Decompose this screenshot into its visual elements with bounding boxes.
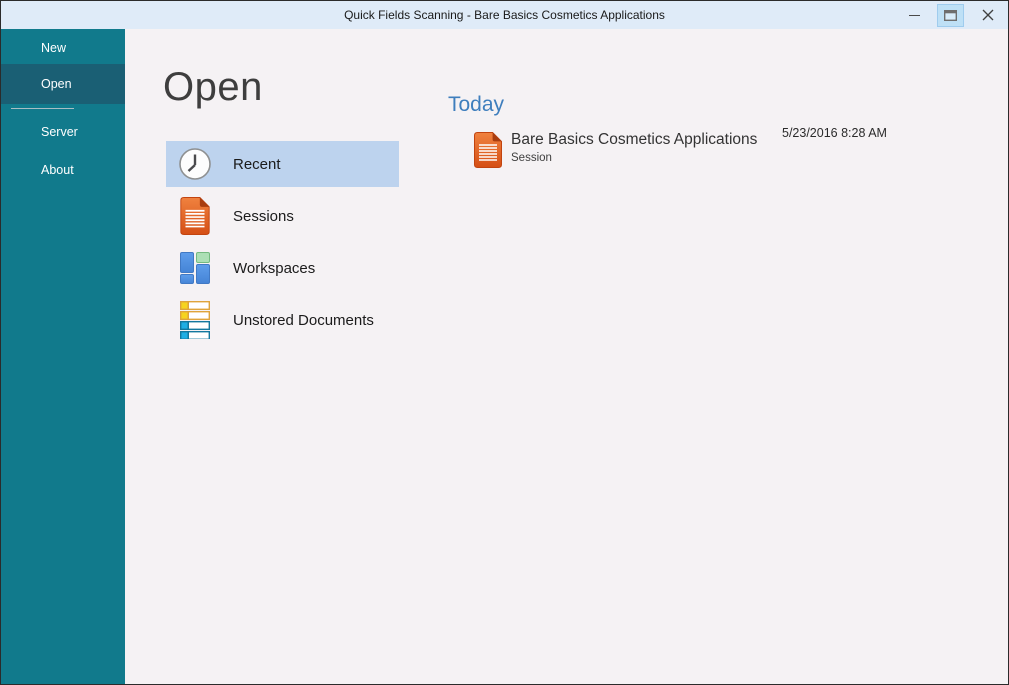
sidebar-item-label: Open: [41, 77, 72, 91]
maximize-icon: [944, 10, 957, 21]
window-controls: [896, 1, 1008, 29]
category-label: Recent: [233, 156, 281, 173]
sidebar-item-about[interactable]: About: [1, 156, 125, 184]
document-list-icon: [179, 300, 211, 340]
sidebar-item-label: About: [41, 163, 74, 177]
document-icon: [179, 196, 211, 236]
sidebar-item-label: Server: [41, 125, 78, 139]
workspaces-grid-icon: [179, 248, 211, 288]
clock-icon: [179, 144, 211, 184]
recent-item-subtitle: Session: [511, 152, 757, 164]
category-list: Recent Sessions Workspaces: [166, 141, 399, 349]
maximize-button[interactable]: [937, 4, 964, 27]
sidebar: New Open Server About: [1, 29, 125, 684]
sidebar-item-label: New: [41, 41, 66, 55]
category-label: Sessions: [233, 208, 294, 225]
category-label: Workspaces: [233, 260, 315, 277]
document-icon: [474, 132, 502, 173]
minimize-button[interactable]: [896, 1, 932, 29]
titlebar: Quick Fields Scanning - Bare Basics Cosm…: [1, 1, 1008, 29]
group-header-today: Today: [448, 93, 1009, 117]
recent-item-title: Bare Basics Cosmetics Applications: [511, 131, 757, 149]
recent-item-timestamp: 5/23/2016 8:28 AM: [782, 126, 887, 140]
sidebar-item-new[interactable]: New: [1, 34, 125, 62]
close-icon: [982, 9, 994, 21]
app-window: Quick Fields Scanning - Bare Basics Cosm…: [0, 0, 1009, 685]
page-title: Open: [163, 65, 263, 110]
sidebar-item-open[interactable]: Open: [1, 64, 125, 104]
minimize-icon: [909, 15, 920, 16]
sidebar-divider: [11, 108, 74, 109]
category-recent[interactable]: Recent: [166, 141, 399, 187]
recent-panel: Today Bare Basics Cosmetics Applications…: [448, 93, 1009, 175]
main-content: Open Recent Sessions: [125, 29, 1008, 684]
sidebar-item-server[interactable]: Server: [1, 118, 125, 146]
category-unstored-documents[interactable]: Unstored Documents: [166, 297, 399, 343]
category-sessions[interactable]: Sessions: [166, 193, 399, 239]
category-label: Unstored Documents: [233, 312, 374, 329]
category-workspaces[interactable]: Workspaces: [166, 245, 399, 291]
window-title: Quick Fields Scanning - Bare Basics Cosm…: [344, 8, 665, 22]
recent-item-text: Bare Basics Cosmetics Applications Sessi…: [511, 131, 757, 164]
close-button[interactable]: [968, 1, 1008, 29]
recent-item[interactable]: Bare Basics Cosmetics Applications Sessi…: [448, 125, 1009, 175]
